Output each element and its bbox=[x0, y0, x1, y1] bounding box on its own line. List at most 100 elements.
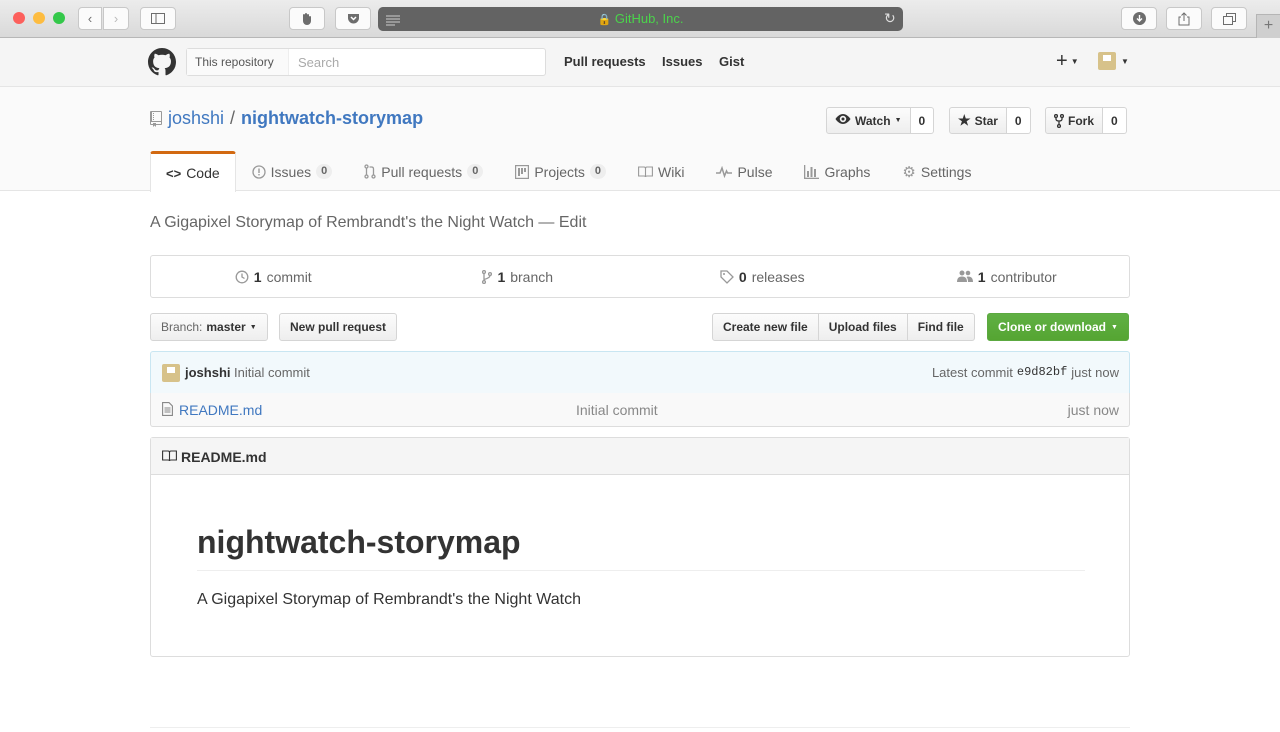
new-pull-request-button[interactable]: New pull request bbox=[279, 313, 398, 341]
tab-wiki[interactable]: Wiki bbox=[622, 151, 700, 191]
edit-description-link[interactable]: Edit bbox=[559, 214, 587, 231]
fork-group: Fork 0 bbox=[1045, 107, 1127, 134]
people-icon bbox=[956, 270, 973, 282]
numbers-summary: 1 commit 1 branch 0 releases 1 contributor bbox=[150, 255, 1130, 298]
create-new-dropdown[interactable]: + ▼ bbox=[1056, 51, 1079, 71]
summary-contributors[interactable]: 1 contributor bbox=[885, 256, 1130, 297]
code-icon: <> bbox=[166, 165, 182, 181]
nav-pull-requests[interactable]: Pull requests bbox=[564, 54, 646, 69]
back-button[interactable]: ‹ bbox=[78, 7, 102, 30]
commit-sha-link[interactable]: e9d82bf bbox=[1017, 365, 1067, 380]
latest-commit-bar: joshshi Initial commit Latest commit e9d… bbox=[150, 351, 1130, 394]
readme-title: nightwatch-storymap bbox=[197, 524, 521, 560]
chevron-left-icon: ‹ bbox=[87, 11, 93, 26]
caret-down-icon: ▼ bbox=[1070, 56, 1079, 66]
clone-download-button[interactable]: Clone or download ▼ bbox=[987, 313, 1129, 341]
path-separator: / bbox=[230, 108, 236, 128]
upload-files-button[interactable]: Upload files bbox=[818, 313, 908, 341]
tab-graphs[interactable]: Graphs bbox=[788, 151, 886, 191]
github-logo-icon[interactable] bbox=[148, 48, 176, 79]
tab-code[interactable]: <> Code bbox=[150, 151, 236, 192]
fork-count[interactable]: 0 bbox=[1103, 107, 1127, 134]
create-new-file-button[interactable]: Create new file bbox=[712, 313, 819, 341]
file-icon bbox=[162, 402, 173, 416]
tab-projects[interactable]: Projects 0 bbox=[499, 151, 622, 191]
sidebar-toggle-button[interactable] bbox=[140, 7, 176, 30]
branch-select-button[interactable]: Branch: master ▼ bbox=[150, 313, 268, 341]
search-box: This repository bbox=[186, 48, 546, 76]
file-name-link[interactable]: README.md bbox=[179, 402, 262, 418]
search-input[interactable] bbox=[290, 49, 545, 75]
file-age: just now bbox=[1067, 402, 1119, 418]
watch-group: Watch ▼ 0 bbox=[826, 107, 935, 134]
forward-button[interactable]: › bbox=[103, 7, 129, 30]
repo-description: A Gigapixel Storymap of Rembrandt's the … bbox=[150, 214, 587, 231]
commit-author-link[interactable]: joshshi bbox=[185, 365, 231, 380]
minimize-window-button[interactable] bbox=[33, 12, 45, 24]
project-icon bbox=[515, 164, 530, 179]
search-scope-label: This repository bbox=[187, 49, 289, 75]
tab-issues[interactable]: Issues 0 bbox=[236, 151, 349, 191]
fork-button[interactable]: Fork bbox=[1045, 107, 1104, 134]
share-button[interactable] bbox=[1166, 7, 1202, 30]
avatar bbox=[162, 364, 180, 382]
star-icon: ★ bbox=[958, 112, 971, 128]
close-window-button[interactable] bbox=[13, 12, 25, 24]
tab-pulse[interactable]: Pulse bbox=[700, 151, 788, 191]
downloads-button[interactable] bbox=[1121, 7, 1157, 30]
summary-branches[interactable]: 1 branch bbox=[396, 256, 641, 297]
tabs-icon bbox=[1222, 12, 1236, 25]
watch-button[interactable]: Watch ▼ bbox=[826, 107, 911, 134]
pull-request-icon bbox=[364, 164, 376, 179]
fork-icon bbox=[1054, 113, 1064, 128]
tab-settings[interactable]: ⚙ Settings bbox=[886, 151, 987, 191]
privacy-extension-button[interactable] bbox=[289, 7, 325, 30]
repo-name-link[interactable]: nightwatch-storymap bbox=[241, 108, 423, 129]
repo-nav: <> Code Issues 0 Pull requests 0 Project… bbox=[150, 151, 987, 192]
repo-icon bbox=[150, 110, 162, 127]
hand-icon bbox=[303, 12, 311, 25]
chevron-right-icon: › bbox=[113, 11, 119, 26]
graph-icon bbox=[804, 164, 820, 179]
caret-down-icon: ▼ bbox=[1121, 56, 1129, 66]
share-icon bbox=[1178, 11, 1190, 25]
find-file-button[interactable]: Find file bbox=[907, 313, 975, 341]
tag-icon bbox=[720, 269, 734, 284]
lock-icon: 🔒 bbox=[597, 14, 612, 26]
star-group: ★ Star 0 bbox=[949, 107, 1031, 134]
readme-header: README.md bbox=[151, 438, 1129, 475]
plus-icon: + bbox=[1263, 17, 1274, 34]
new-tab-button[interactable]: + bbox=[1256, 14, 1280, 38]
commit-message-link[interactable]: Initial commit bbox=[234, 365, 310, 380]
repo-owner-link[interactable]: joshshi bbox=[168, 108, 224, 129]
watch-count[interactable]: 0 bbox=[910, 107, 935, 134]
divider bbox=[197, 570, 1085, 571]
eye-icon bbox=[835, 113, 851, 128]
sidebar-icon bbox=[151, 13, 165, 24]
nav-issues[interactable]: Issues bbox=[662, 54, 702, 69]
file-actions-group: Create new file Upload files Find file bbox=[712, 313, 975, 341]
summary-releases[interactable]: 0 releases bbox=[640, 256, 885, 297]
pocket-icon bbox=[347, 13, 359, 23]
reload-icon[interactable]: ↻ bbox=[884, 10, 896, 27]
summary-commits[interactable]: 1 commit bbox=[151, 256, 396, 297]
zoom-window-button[interactable] bbox=[53, 12, 65, 24]
book-icon bbox=[638, 165, 653, 177]
star-button[interactable]: ★ Star bbox=[949, 107, 1007, 134]
pocket-button[interactable] bbox=[335, 7, 371, 30]
history-icon bbox=[235, 270, 249, 283]
nav-gist[interactable]: Gist bbox=[719, 54, 744, 69]
user-menu-dropdown[interactable]: ▼ bbox=[1098, 52, 1129, 70]
readme-filename: README.md bbox=[181, 449, 267, 465]
address-bar[interactable]: 🔒 GitHub, Inc. ↻ bbox=[378, 7, 903, 31]
caret-down-icon: ▼ bbox=[249, 323, 257, 331]
star-count[interactable]: 0 bbox=[1006, 107, 1031, 134]
files-table: README.md Initial commit just now bbox=[150, 393, 1130, 427]
pulse-icon bbox=[716, 165, 733, 178]
file-commit-message-link[interactable]: Initial commit bbox=[576, 402, 658, 418]
avatar bbox=[1098, 52, 1116, 70]
tabs-overview-button[interactable] bbox=[1211, 7, 1247, 30]
tab-pull-requests[interactable]: Pull requests 0 bbox=[348, 151, 499, 191]
branch-icon bbox=[482, 269, 493, 284]
repo-title: joshshi / nightwatch-storymap bbox=[150, 108, 423, 129]
